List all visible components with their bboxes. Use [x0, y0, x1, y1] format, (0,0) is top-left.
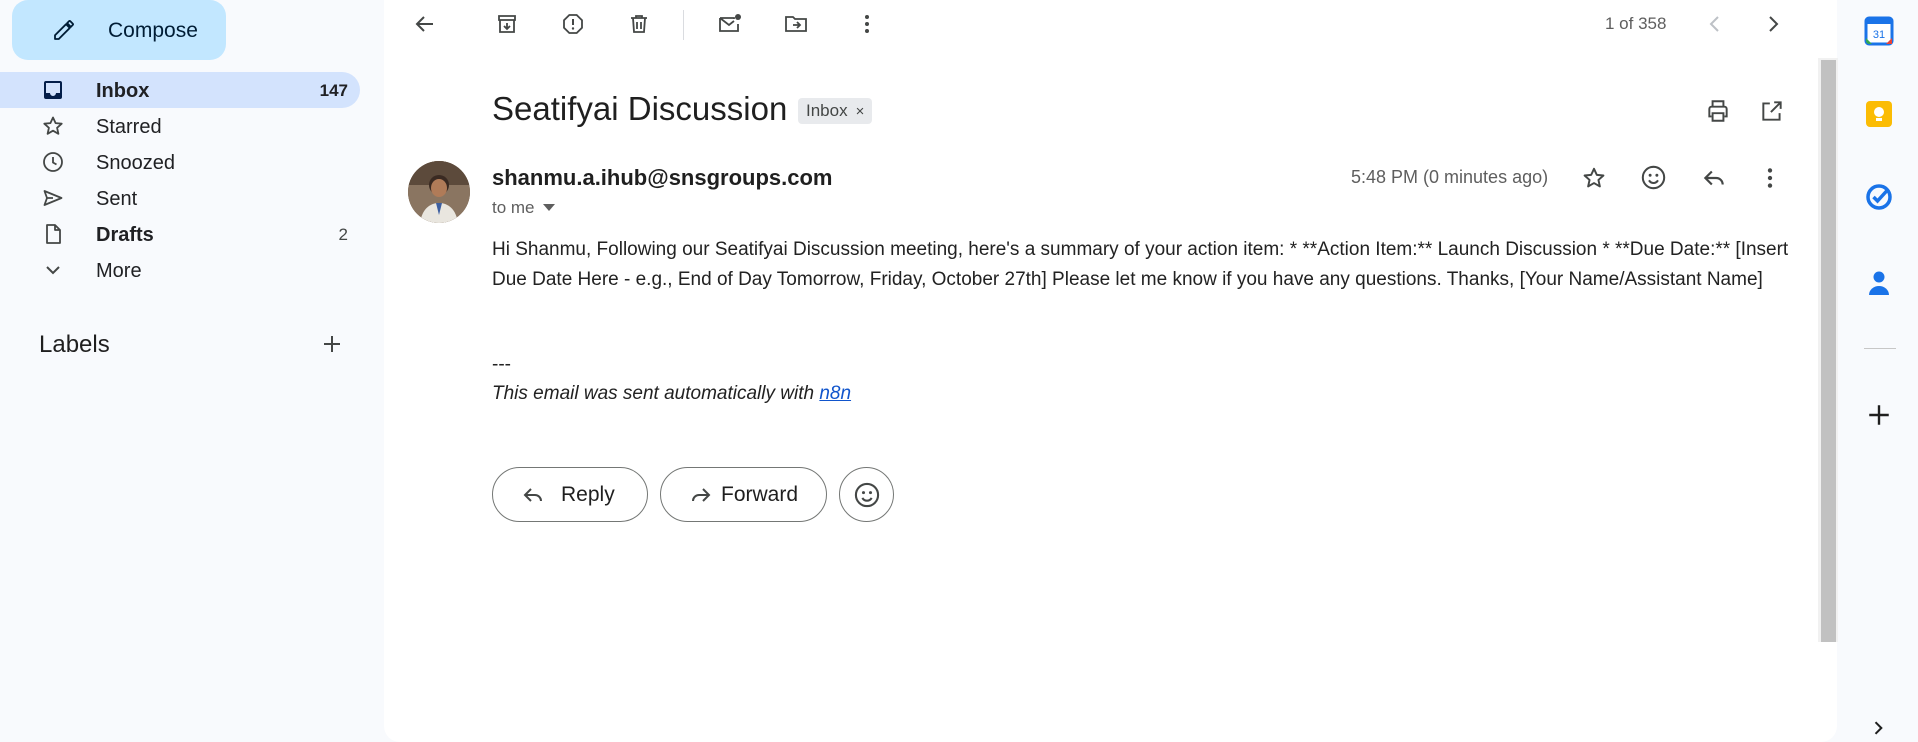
emoji-icon [853, 481, 881, 509]
toolbar-divider [683, 10, 684, 40]
star-icon [41, 114, 65, 138]
forward-label: Forward [721, 483, 799, 506]
sender-avatar[interactable] [408, 161, 470, 223]
compose-button[interactable]: Compose [12, 0, 226, 60]
labels-heading: Labels [39, 331, 110, 358]
sidebar-item-starred[interactable]: Starred [0, 108, 360, 144]
report-spam-icon[interactable] [561, 12, 585, 36]
label-chip-text: Inbox [806, 101, 848, 120]
sidebar-item-drafts[interactable]: Drafts 2 [0, 216, 360, 252]
reply-icon[interactable] [1701, 165, 1727, 191]
pencil-icon [52, 18, 76, 42]
chevron-right-icon[interactable] [1868, 718, 1888, 738]
side-panel: 31 [1840, 0, 1918, 742]
more-vert-icon[interactable] [1757, 165, 1783, 191]
sidebar-item-label: Snoozed [96, 152, 175, 174]
print-icon[interactable] [1705, 98, 1731, 124]
sidebar-item-label: Sent [96, 188, 138, 210]
tasks-icon[interactable] [1864, 181, 1894, 211]
sidebar-item-sent[interactable]: Sent [0, 180, 360, 216]
archive-icon[interactable] [495, 12, 519, 36]
sidebar-item-more[interactable]: More [0, 252, 360, 288]
sidebar-item-label: Inbox [96, 80, 150, 102]
mark-unread-icon[interactable] [717, 12, 743, 36]
chevron-left-icon[interactable] [1703, 12, 1727, 36]
add-addon-icon[interactable] [1866, 402, 1892, 428]
left-sidebar: Compose Inbox 147 Starred Snoozed Sent D… [0, 0, 370, 742]
sidebar-item-label: More [96, 260, 142, 282]
chevron-right-icon[interactable] [1761, 12, 1785, 36]
trash-icon[interactable] [627, 12, 651, 36]
emoji-reaction-icon[interactable] [1640, 164, 1667, 191]
inbox-label-chip[interactable]: Inbox × [798, 98, 873, 124]
reply-button[interactable]: Reply [492, 467, 648, 522]
scrollbar-thumb[interactable] [1821, 60, 1836, 642]
clock-icon [41, 150, 65, 174]
draft-file-icon [41, 222, 65, 246]
recipient-details-toggle[interactable]: to me [492, 198, 555, 218]
forward-icon [689, 483, 713, 507]
reply-icon [521, 483, 545, 507]
move-to-folder-icon[interactable] [783, 12, 809, 36]
chevron-down-icon [41, 258, 65, 282]
star-icon[interactable] [1581, 165, 1607, 191]
reply-label: Reply [561, 483, 615, 506]
open-in-new-window-icon[interactable] [1759, 98, 1785, 124]
recipient-text: to me [492, 198, 535, 217]
email-subject: Seatifyai Discussion [492, 90, 788, 127]
more-vert-icon[interactable] [855, 12, 879, 36]
forward-button[interactable]: Forward [660, 467, 827, 522]
sidebar-item-snoozed[interactable]: Snoozed [0, 144, 360, 180]
compose-label: Compose [108, 19, 198, 42]
contacts-icon[interactable] [1864, 268, 1894, 298]
email-body: Hi Shanmu, Following our Seatifyai Discu… [492, 239, 1789, 290]
message-view: 1 of 358 Seatifyai Discussion Inbox × sh… [384, 0, 1837, 742]
sidebar-item-label: Drafts [96, 224, 154, 246]
signature-line: This email was sent automatically with n… [492, 383, 851, 405]
n8n-link[interactable]: n8n [819, 383, 851, 404]
remove-label-icon[interactable]: × [856, 103, 865, 120]
keep-icon[interactable] [1864, 99, 1894, 129]
side-panel-divider [1864, 348, 1896, 349]
emoji-react-button[interactable] [839, 467, 894, 522]
send-icon [41, 186, 65, 210]
signature-text: This email was sent automatically with [492, 383, 820, 404]
draft-count: 2 [338, 225, 348, 244]
calendar-day: 31 [1873, 29, 1885, 41]
email-timestamp: 5:48 PM (0 minutes ago) [1351, 167, 1549, 187]
sidebar-item-inbox[interactable]: Inbox 147 [0, 72, 360, 108]
caret-down-icon [542, 204, 555, 212]
calendar-icon[interactable]: 31 [1864, 16, 1894, 46]
sender-email[interactable]: shanmu.a.ihub@snsgroups.com [492, 165, 833, 191]
pagination-text: 1 of 358 [1605, 14, 1667, 33]
signature-separator: --- [492, 354, 511, 375]
nav-list: Inbox 147 Starred Snoozed Sent Drafts 2 … [0, 72, 360, 288]
sidebar-item-label: Starred [96, 116, 162, 138]
add-label-icon[interactable] [320, 332, 344, 356]
unread-count: 147 [319, 81, 348, 100]
inbox-icon [41, 78, 65, 102]
back-arrow-icon[interactable] [413, 12, 437, 36]
